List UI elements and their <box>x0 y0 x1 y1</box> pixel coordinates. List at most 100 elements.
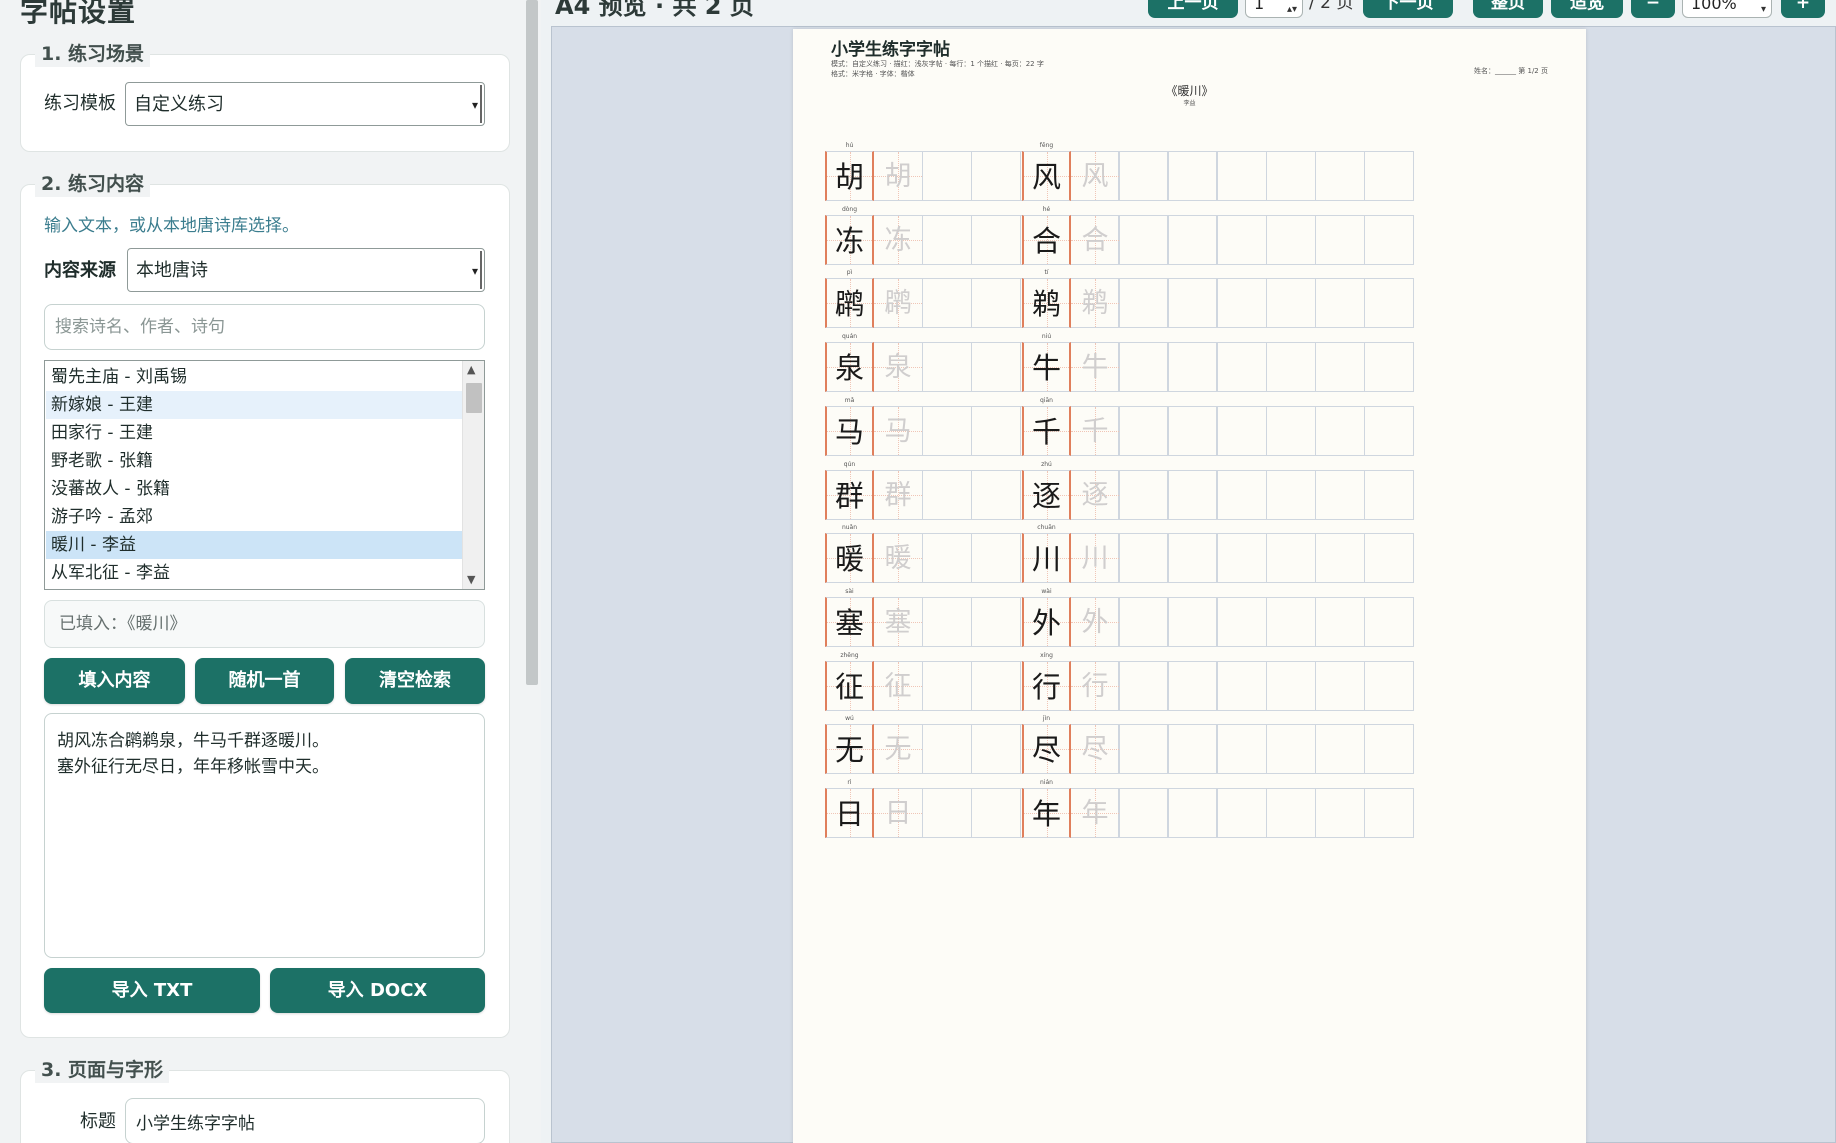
model-char: 䴙 <box>834 287 864 322</box>
poem-list-item[interactable]: 从军北征 - 李益 <box>46 559 462 587</box>
model-char: 日 <box>834 797 864 831</box>
pinyin-label: jìn <box>1042 715 1051 723</box>
prev-page-button[interactable]: 上一页 <box>1148 0 1238 18</box>
poem-list-item[interactable]: 没蕃故人 - 张籍 <box>46 475 462 503</box>
blank-practice-cell <box>1169 151 1218 201</box>
blank-practice-cell <box>1120 214 1169 265</box>
scroll-up-arrow-icon[interactable]: ▲ <box>467 363 475 377</box>
minus-icon: − <box>1645 0 1661 13</box>
blank-practice-cell <box>1218 278 1267 329</box>
blank-practice-cell <box>1218 469 1267 520</box>
plus-icon: + <box>1795 0 1811 13</box>
poem-list[interactable]: 蜀先主庙 - 刘禹锡 新嫁娘 - 王建 田家行 - 王建 野老歌 - 张籍 没蕃… <box>44 360 485 590</box>
model-char: 冻 <box>834 223 864 258</box>
blank-practice-cell <box>1120 342 1169 393</box>
practice-row: pì 䴙䴙 <box>825 269 1217 336</box>
practice-row: chuān 川川 <box>1022 524 1414 591</box>
trace-char: 征 <box>884 670 912 702</box>
blank-practice-cell <box>923 596 972 647</box>
template-select[interactable]: 自定义练习 ▾ <box>125 82 485 126</box>
panel-scrollbar[interactable] <box>522 0 541 1143</box>
title-input[interactable] <box>125 1098 485 1143</box>
practice-row: xíng 行行 <box>1022 652 1414 719</box>
page-number-value: 1 <box>1254 0 1265 13</box>
scroll-thumb[interactable] <box>466 383 482 413</box>
blank-practice-cell <box>1169 342 1218 393</box>
blank-practice-cell <box>923 660 972 711</box>
blank-practice-cell <box>1316 533 1365 584</box>
model-char-cell: 行 <box>1022 660 1071 711</box>
model-char-cell: 川 <box>1022 533 1071 584</box>
model-char-cell: 群 <box>825 469 874 520</box>
model-char-cell: 日 <box>825 788 874 838</box>
poem-list-item[interactable]: 新嫁娘 - 王建 <box>46 391 462 419</box>
trace-char: 䴙 <box>884 288 912 320</box>
zoom-in-button[interactable]: + <box>1781 0 1825 18</box>
scroll-down-arrow-icon[interactable]: ▼ <box>467 573 475 587</box>
poem-list-item[interactable]: 游子吟 - 孟郊 <box>46 503 462 531</box>
model-char-cell: 合 <box>1022 214 1071 265</box>
select-edge <box>480 251 482 289</box>
spinner-icon[interactable]: ▴▾ <box>1287 4 1297 16</box>
preview-canvas[interactable]: 小学生练字字帖 模式：自定义练习 · 描红：浅灰字帖 · 每行：1 个描红 · … <box>551 26 1836 1143</box>
fit-page-button[interactable]: 整页 <box>1473 0 1543 18</box>
blank-practice-cell <box>1169 596 1218 647</box>
filled-status: 已填入：《暖川》 <box>44 600 485 648</box>
next-page-button[interactable]: 下一页 <box>1363 0 1453 18</box>
paper-meta-line: 格式：米字格 · 字体：楷体 <box>831 70 915 78</box>
source-select-value: 本地唐诗 <box>136 260 208 281</box>
blank-practice-cell <box>1218 405 1267 456</box>
blank-practice-cell <box>1365 342 1414 393</box>
blank-practice-cell <box>1218 533 1267 584</box>
zoom-select[interactable]: 100% ▾ <box>1682 0 1772 18</box>
practice-row: jìn 尽尽 <box>1022 715 1414 782</box>
poem-search-input[interactable] <box>44 304 485 350</box>
content-textarea[interactable]: 胡风冻合䴙鹈泉，牛马千群逐暖川。 塞外征行无尽日，年年移帐雪中天。 <box>44 713 485 958</box>
fill-content-button[interactable]: 填入内容 <box>44 658 185 704</box>
pinyin-label: sài <box>845 587 854 595</box>
page-total: / 2 页 <box>1309 0 1354 13</box>
pinyin-label: qiān <box>1040 396 1053 404</box>
pinyin-label: zhēng <box>840 651 859 659</box>
pinyin-label: fēng <box>1039 142 1054 149</box>
random-poem-button[interactable]: 随机一首 <box>195 658 334 704</box>
import-docx-button[interactable]: 导入 DOCX <box>270 968 485 1013</box>
poem-list-scrollbar[interactable]: ▲ ▼ <box>462 361 484 589</box>
model-char: 马 <box>834 414 864 449</box>
trace-char-cell: 冻 <box>874 214 923 265</box>
fit-width-button[interactable]: 适宽 <box>1551 0 1623 18</box>
blank-practice-cell <box>1316 788 1365 838</box>
practice-row: mǎ 马马 <box>825 397 1217 464</box>
model-char: 泉 <box>834 351 864 386</box>
trace-char: 暖 <box>884 543 912 575</box>
trace-char-cell: 征 <box>874 660 923 711</box>
trace-char-cell: 泉 <box>874 342 923 393</box>
trace-char-cell: 行 <box>1071 660 1120 711</box>
blank-practice-cell <box>1365 278 1414 329</box>
import-txt-button[interactable]: 导入 TXT <box>44 968 260 1013</box>
poem-list-item[interactable]: 田家行 - 王建 <box>46 419 462 447</box>
zoom-out-button[interactable]: − <box>1631 0 1675 18</box>
poem-list-item[interactable]: 蜀先主庙 - 刘禹锡 <box>46 363 462 391</box>
blank-practice-cell <box>972 788 1021 838</box>
practice-row: nián 年年 <box>1022 779 1414 846</box>
clear-search-button[interactable]: 清空检索 <box>345 658 485 704</box>
blank-practice-cell <box>1120 596 1169 647</box>
poem-list-item[interactable]: 野老歌 - 张籍 <box>46 447 462 475</box>
trace-char: 风 <box>1081 161 1109 192</box>
practice-row: niú 牛牛 <box>1022 333 1414 400</box>
blank-practice-cell <box>1169 469 1218 520</box>
model-char-cell: 风 <box>1022 151 1071 201</box>
blank-practice-cell <box>972 596 1021 647</box>
zoom-value: 100% <box>1691 0 1737 13</box>
trace-char-cell: 逐 <box>1071 469 1120 520</box>
source-select[interactable]: 本地唐诗 ▾ <box>127 248 485 292</box>
model-char-cell: 胡 <box>825 151 874 201</box>
trace-char: 鹈 <box>1081 288 1109 320</box>
pinyin-label: xíng <box>1040 651 1053 659</box>
scroll-thumb[interactable] <box>526 0 538 685</box>
page-number-input[interactable]: 1 ▴▾ <box>1245 0 1303 18</box>
poem-list-item-selected[interactable]: 暖川 - 李益 <box>46 531 462 559</box>
trace-char-cell: 牛 <box>1071 342 1120 393</box>
pinyin-label: hé <box>1042 205 1051 213</box>
